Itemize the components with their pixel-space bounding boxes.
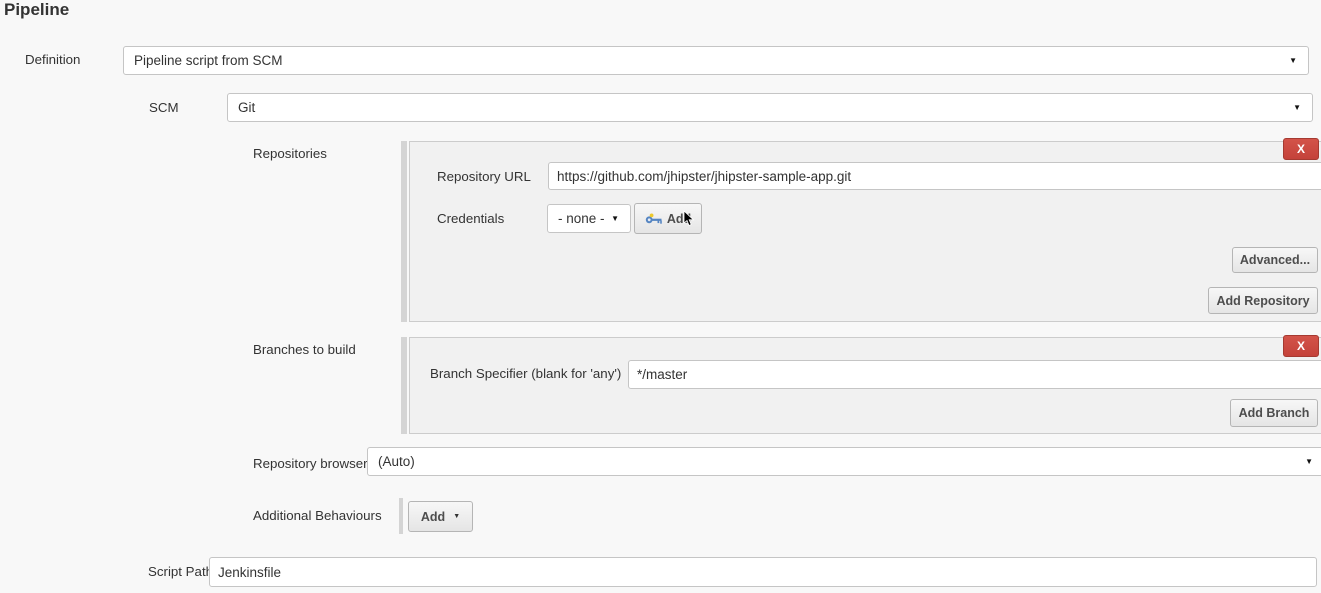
add-credentials-button[interactable]: Add <box>634 203 702 234</box>
key-icon <box>645 213 662 225</box>
caret-down-icon: ▼ <box>453 513 460 520</box>
definition-select-value: Pipeline script from SCM <box>134 53 283 68</box>
scm-label: SCM <box>149 100 179 115</box>
delete-branch-button[interactable]: X <box>1283 335 1319 357</box>
repository-browser-label: Repository browser <box>253 456 368 471</box>
credentials-label: Credentials <box>437 211 504 226</box>
dropdown-arrow-icon: ▼ <box>611 215 619 223</box>
dropdown-arrow-icon: ▼ <box>1293 104 1301 112</box>
advanced-button[interactable]: Advanced... <box>1232 247 1318 273</box>
credentials-select-value: - none - <box>558 211 605 226</box>
dropdown-arrow-icon: ▼ <box>1305 458 1313 466</box>
definition-label: Definition <box>25 52 80 67</box>
pipeline-config-page: Pipeline Definition Pipeline script from… <box>0 0 1321 593</box>
scm-select[interactable]: Git ▼ <box>227 93 1313 122</box>
branch-chunk-drag-handle[interactable] <box>401 337 407 434</box>
branch-specifier-input[interactable] <box>628 360 1321 389</box>
script-path-label: Script Path <box>148 564 213 579</box>
add-behaviour-button-label: Add <box>421 510 445 524</box>
repository-browser-select-value: (Auto) <box>378 454 415 469</box>
repository-chunk-drag-handle[interactable] <box>401 141 407 322</box>
script-path-input[interactable] <box>209 557 1317 587</box>
definition-select[interactable]: Pipeline script from SCM ▼ <box>123 46 1309 75</box>
add-behaviour-button[interactable]: Add ▼ <box>408 501 473 532</box>
additional-behaviours-label: Additional Behaviours <box>253 508 382 523</box>
repository-url-label: Repository URL <box>437 169 531 184</box>
branches-to-build-label: Branches to build <box>253 342 356 357</box>
branch-specifier-label: Branch Specifier (blank for 'any') <box>430 366 621 381</box>
add-branch-button[interactable]: Add Branch <box>1230 399 1318 427</box>
repository-url-input[interactable] <box>548 162 1321 190</box>
scm-select-value: Git <box>238 100 255 115</box>
dropdown-arrow-icon: ▼ <box>1289 57 1297 65</box>
credentials-select[interactable]: - none - ▼ <box>547 204 631 233</box>
behaviours-drag-handle <box>399 498 403 534</box>
repositories-label: Repositories <box>253 146 327 161</box>
page-title: Pipeline <box>4 0 69 20</box>
repository-browser-select[interactable]: (Auto) ▼ <box>367 447 1321 476</box>
add-repository-button[interactable]: Add Repository <box>1208 287 1318 314</box>
add-credentials-button-label: Add <box>667 212 691 226</box>
delete-repository-button[interactable]: X <box>1283 138 1319 160</box>
